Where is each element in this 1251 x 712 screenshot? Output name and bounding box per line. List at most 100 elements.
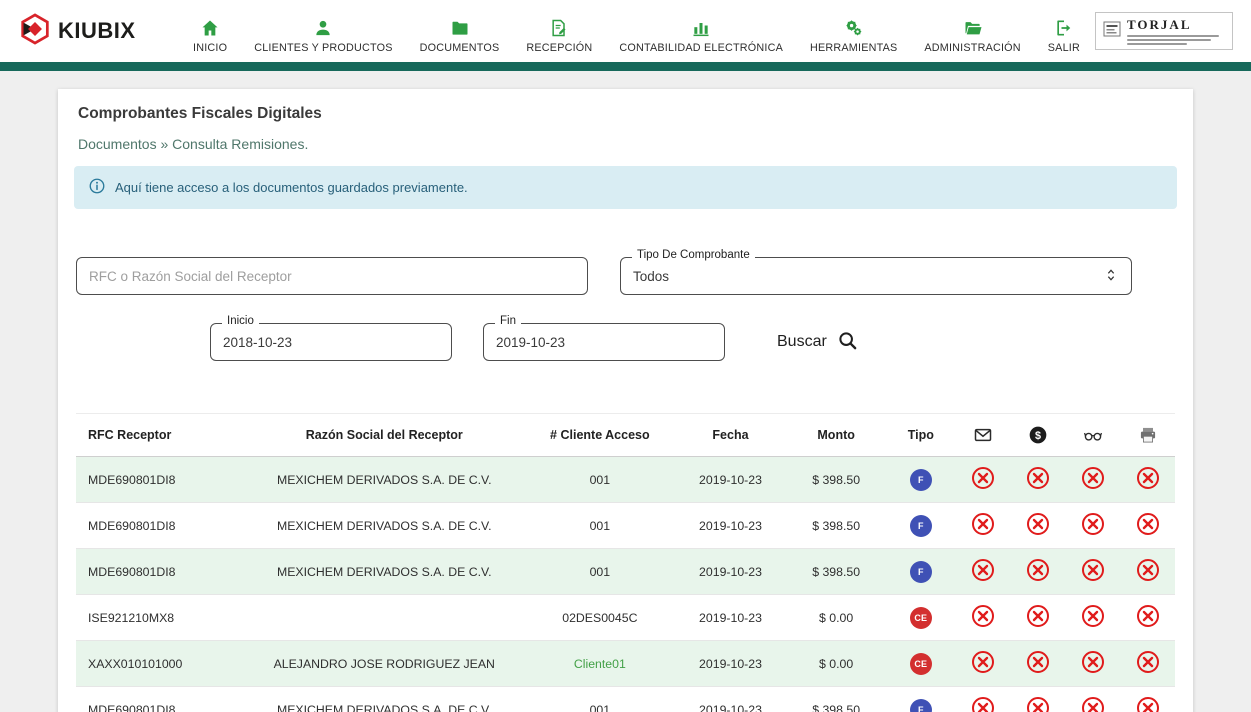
header-tipo: Tipo [886, 414, 956, 457]
nav-item-administracion[interactable]: ADMINISTRACIÓN [924, 18, 1020, 54]
cell-razon-social: MEXICHEM DERIVADOS S.A. DE C.V. [243, 687, 525, 712]
nav-label: CLIENTES Y PRODUCTOS [254, 42, 392, 54]
cell-view-action [1065, 687, 1120, 712]
charge-cancel-icon[interactable] [1026, 604, 1050, 628]
tipo-badge: CE [910, 653, 932, 675]
cell-charge-action [1010, 549, 1065, 595]
table-row: ISE921210MX8 02DES0045C 2019-10-23 $ 0.0… [76, 595, 1175, 641]
charge-cancel-icon[interactable] [1026, 558, 1050, 582]
nav-item-inicio[interactable]: INICIO [193, 18, 227, 54]
nav-item-herramientas[interactable]: HERRAMIENTAS [810, 18, 897, 54]
cell-razon-social [243, 595, 525, 641]
table-row: MDE690801DI8 MEXICHEM DERIVADOS S.A. DE … [76, 687, 1175, 712]
rfc-search-input[interactable] [76, 257, 588, 295]
header-glasses-icon [1065, 414, 1120, 457]
buscar-button[interactable]: Buscar [777, 330, 859, 355]
fin-date-input[interactable] [483, 323, 725, 361]
cell-cliente-acceso: 001 [525, 457, 675, 503]
nav-item-salir[interactable]: SALIR [1048, 18, 1080, 54]
tipo-badge: F [910, 699, 932, 712]
kiubix-logo[interactable]: KIUBIX [18, 12, 178, 51]
person-icon [313, 18, 333, 38]
email-cancel-icon[interactable] [971, 558, 995, 582]
email-cancel-icon[interactable] [971, 512, 995, 536]
cell-charge-action [1010, 641, 1065, 687]
charge-cancel-icon[interactable] [1026, 696, 1050, 712]
nav-label: INICIO [193, 42, 227, 54]
cell-tipo: F [886, 503, 956, 549]
nav-label: SALIR [1048, 42, 1080, 54]
logout-icon [1054, 18, 1074, 38]
email-cancel-icon[interactable] [971, 604, 995, 628]
table-body: MDE690801DI8 MEXICHEM DERIVADOS S.A. DE … [76, 457, 1175, 712]
nav-item-recepcion[interactable]: RECEPCIÓN [526, 18, 592, 54]
nav-item-documentos[interactable]: DOCUMENTOS [420, 18, 500, 54]
cell-tipo: F [886, 549, 956, 595]
header-cliente-acceso: # Cliente Acceso [525, 414, 675, 457]
charge-cancel-icon[interactable] [1026, 650, 1050, 674]
cell-fecha: 2019-10-23 [675, 641, 787, 687]
tipo-comprobante-select[interactable]: Todos [620, 257, 1132, 295]
top-navigation-bar: KIUBIX INICIO CLIENTES Y PRODUCTOS DOCUM… [0, 0, 1251, 62]
email-cancel-icon[interactable] [971, 466, 995, 490]
cell-view-action [1065, 503, 1120, 549]
print-cancel-icon[interactable] [1136, 512, 1160, 536]
cell-email-action [956, 687, 1011, 712]
bar-chart-icon [691, 18, 711, 38]
table-row: MDE690801DI8 MEXICHEM DERIVADOS S.A. DE … [76, 549, 1175, 595]
email-cancel-icon[interactable] [971, 696, 995, 712]
content-card: Comprobantes Fiscales Digitales Document… [58, 89, 1193, 712]
print-cancel-icon[interactable] [1136, 558, 1160, 582]
documents-table-section: RFC Receptor Razón Social del Receptor #… [58, 413, 1193, 712]
document-edit-icon [549, 18, 569, 38]
view-cancel-icon[interactable] [1081, 696, 1105, 712]
print-cancel-icon[interactable] [1136, 466, 1160, 490]
cell-rfc: MDE690801DI8 [76, 457, 243, 503]
cell-view-action [1065, 549, 1120, 595]
charge-cancel-icon[interactable] [1026, 466, 1050, 490]
view-cancel-icon[interactable] [1081, 512, 1105, 536]
nav-item-clientes-y-productos[interactable]: CLIENTES Y PRODUCTOS [254, 18, 392, 54]
cell-tipo: CE [886, 641, 956, 687]
view-cancel-icon[interactable] [1081, 650, 1105, 674]
print-cancel-icon[interactable] [1136, 650, 1160, 674]
tipo-badge: CE [910, 607, 932, 629]
cell-fecha: 2019-10-23 [675, 595, 787, 641]
print-cancel-icon[interactable] [1136, 696, 1160, 712]
cell-rfc: ISE921210MX8 [76, 595, 243, 641]
cell-rfc: MDE690801DI8 [76, 549, 243, 595]
svg-text:$: $ [1035, 430, 1041, 442]
cell-razon-social: ALEJANDRO JOSE RODRIGUEZ JEAN [243, 641, 525, 687]
tipo-comprobante-value: Todos [633, 269, 669, 284]
print-cancel-icon[interactable] [1136, 604, 1160, 628]
cell-charge-action [1010, 503, 1065, 549]
cell-email-action [956, 503, 1011, 549]
charge-cancel-icon[interactable] [1026, 512, 1050, 536]
tipo-badge: F [910, 515, 932, 537]
partner-name: TORJAL [1127, 17, 1219, 33]
nav-label: HERRAMIENTAS [810, 42, 897, 54]
cell-print-action [1120, 641, 1175, 687]
main-nav: INICIO CLIENTES Y PRODUCTOS DOCUMENTOS R… [178, 9, 1095, 54]
nav-item-contabilidad-electronica[interactable]: CONTABILIDAD ELECTRÓNICA [619, 18, 783, 54]
cell-rfc: MDE690801DI8 [76, 687, 243, 712]
inicio-date-input[interactable] [210, 323, 452, 361]
cell-fecha: 2019-10-23 [675, 457, 787, 503]
view-cancel-icon[interactable] [1081, 604, 1105, 628]
header-razon-social: Razón Social del Receptor [243, 414, 525, 457]
table-header-row: RFC Receptor Razón Social del Receptor #… [76, 414, 1175, 457]
view-cancel-icon[interactable] [1081, 558, 1105, 582]
cell-print-action [1120, 595, 1175, 641]
tipo-badge: F [910, 561, 932, 583]
cell-monto: $ 0.00 [786, 641, 886, 687]
cell-rfc: MDE690801DI8 [76, 503, 243, 549]
info-icon [88, 177, 106, 198]
tipo-badge: F [910, 469, 932, 491]
header-fecha: Fecha [675, 414, 787, 457]
accent-divider-bar [0, 62, 1251, 71]
view-cancel-icon[interactable] [1081, 466, 1105, 490]
table-row: XAXX010101000 ALEJANDRO JOSE RODRIGUEZ J… [76, 641, 1175, 687]
email-cancel-icon[interactable] [971, 650, 995, 674]
cell-rfc: XAXX010101000 [76, 641, 243, 687]
partner-logo: TORJAL [1095, 12, 1233, 50]
